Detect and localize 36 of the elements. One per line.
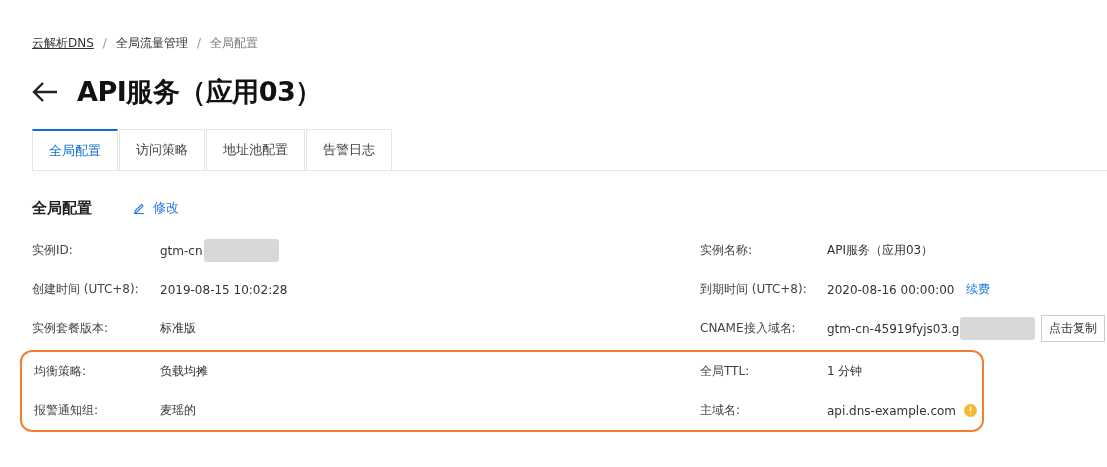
field-value: API服务（应用03） [827, 242, 934, 259]
field-label: 实例名称: [700, 242, 754, 259]
breadcrumb-separator: / [196, 36, 201, 50]
renew-link[interactable]: 续费 [966, 281, 991, 298]
field-label: 到期时间 (UTC+8): [700, 281, 808, 298]
edit-link[interactable]: 修改 [133, 199, 179, 217]
field-label: 均衡策略: [34, 363, 88, 380]
field-value: 标准版 [160, 320, 196, 337]
breadcrumb-link[interactable]: 云解析DNS [32, 34, 94, 52]
field-label: 全局TTL: [700, 363, 751, 380]
breadcrumb-current: 全局配置 [209, 34, 258, 52]
field-label: 报警通知组: [34, 402, 100, 419]
page-title: API服务（应用03） [77, 75, 322, 109]
field-value: 麦瑶的 [160, 402, 196, 419]
field-label: 主域名: [700, 402, 742, 419]
section-title: 全局配置 [32, 198, 93, 218]
field-value: api.dns-example.com [827, 403, 957, 418]
field-label: CNAME接入域名: [700, 320, 797, 337]
tab[interactable]: 全局配置 [32, 129, 118, 170]
tab[interactable]: 地址池配置 [206, 129, 305, 170]
field-value: gtm-cn-45919fyjs03.g [827, 321, 960, 336]
field-value: 2020-08-16 00:00:00 [827, 282, 955, 297]
pencil-icon [133, 202, 145, 214]
field-value: 2019-08-15 10:02:28 [160, 282, 288, 297]
field-value: gtm-cn [160, 243, 203, 258]
breadcrumb-link[interactable]: 全局流量管理 [115, 34, 188, 52]
tab[interactable]: 访问策略 [119, 129, 205, 170]
field-label: 创建时间 (UTC+8): [32, 281, 140, 298]
breadcrumb-separator: / [102, 36, 107, 50]
tab[interactable]: 告警日志 [306, 129, 392, 170]
back-arrow-icon[interactable] [32, 81, 58, 103]
field-label: 实例套餐版本: [32, 320, 110, 337]
field-value: 1 分钟 [827, 363, 863, 380]
field-value: 负载均摊 [160, 363, 208, 380]
copy-button[interactable]: 点击复制 [1041, 315, 1106, 342]
field-label: 实例ID: [32, 242, 74, 259]
